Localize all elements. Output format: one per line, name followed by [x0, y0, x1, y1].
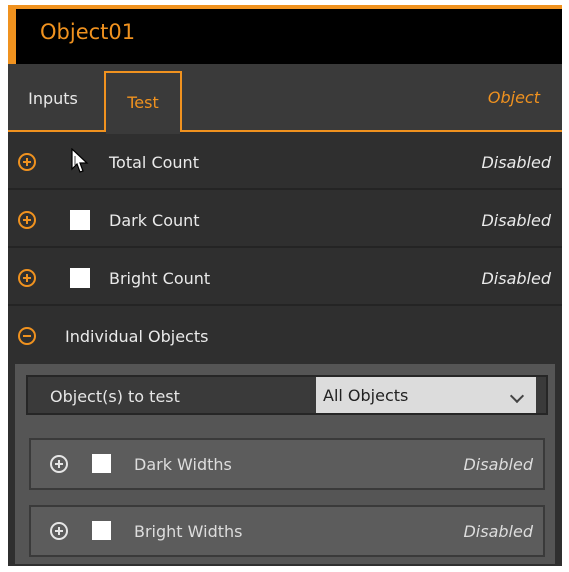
dark-count-checkbox[interactable]	[70, 210, 90, 230]
plus-circle-icon[interactable]	[50, 522, 68, 540]
dark-widths-checkbox[interactable]	[92, 454, 111, 473]
objects-to-test-row: Object(s) to test All Objects	[26, 375, 548, 415]
row-label: Dark Widths	[134, 455, 232, 474]
row-label: Bright Count	[109, 269, 211, 288]
status-text: Disabled	[481, 153, 551, 172]
row-bright-count: Bright Count Disabled	[8, 250, 562, 306]
row-dark-count: Dark Count Disabled	[8, 192, 562, 248]
panel-title: Object01	[40, 20, 136, 44]
individual-objects-section: Object(s) to test All Objects Dark Width…	[15, 364, 555, 564]
chevron-down-icon	[509, 388, 525, 404]
objects-to-test-select[interactable]: All Objects	[316, 377, 536, 413]
tab-bar: Inputs Test Object	[8, 64, 562, 134]
plus-circle-icon[interactable]	[50, 455, 68, 473]
minus-circle-icon[interactable]	[18, 327, 36, 345]
row-label: Total Count	[109, 153, 199, 172]
objects-to-test-label: Object(s) to test	[50, 387, 180, 406]
row-dark-widths: Dark Widths Disabled	[29, 438, 545, 490]
title-bar: Object01	[8, 5, 562, 64]
row-label: Bright Widths	[134, 522, 243, 541]
row-bright-widths: Bright Widths Disabled	[29, 505, 545, 557]
tab-bar-object-label: Object	[487, 88, 540, 107]
select-value: All Objects	[323, 386, 409, 405]
status-text: Disabled	[463, 522, 533, 541]
mouse-cursor-icon	[71, 148, 89, 173]
bright-count-checkbox[interactable]	[70, 268, 90, 288]
tab-test[interactable]: Test	[104, 71, 182, 134]
bright-widths-checkbox[interactable]	[92, 521, 111, 540]
row-label: Individual Objects	[65, 327, 209, 346]
tool-panel: Object01 Inputs Test Object Total Count …	[8, 5, 562, 566]
plus-circle-icon[interactable]	[18, 153, 36, 171]
row-individual-objects: Individual Objects	[8, 308, 562, 364]
row-label: Dark Count	[109, 211, 200, 230]
row-total-count: Total Count Disabled	[8, 134, 562, 190]
plus-circle-icon[interactable]	[18, 211, 36, 229]
title-accent	[8, 9, 16, 64]
status-text: Disabled	[481, 269, 551, 288]
status-text: Disabled	[463, 455, 533, 474]
plus-circle-icon[interactable]	[18, 269, 36, 287]
status-text: Disabled	[481, 211, 551, 230]
tab-inputs[interactable]: Inputs	[18, 64, 88, 132]
